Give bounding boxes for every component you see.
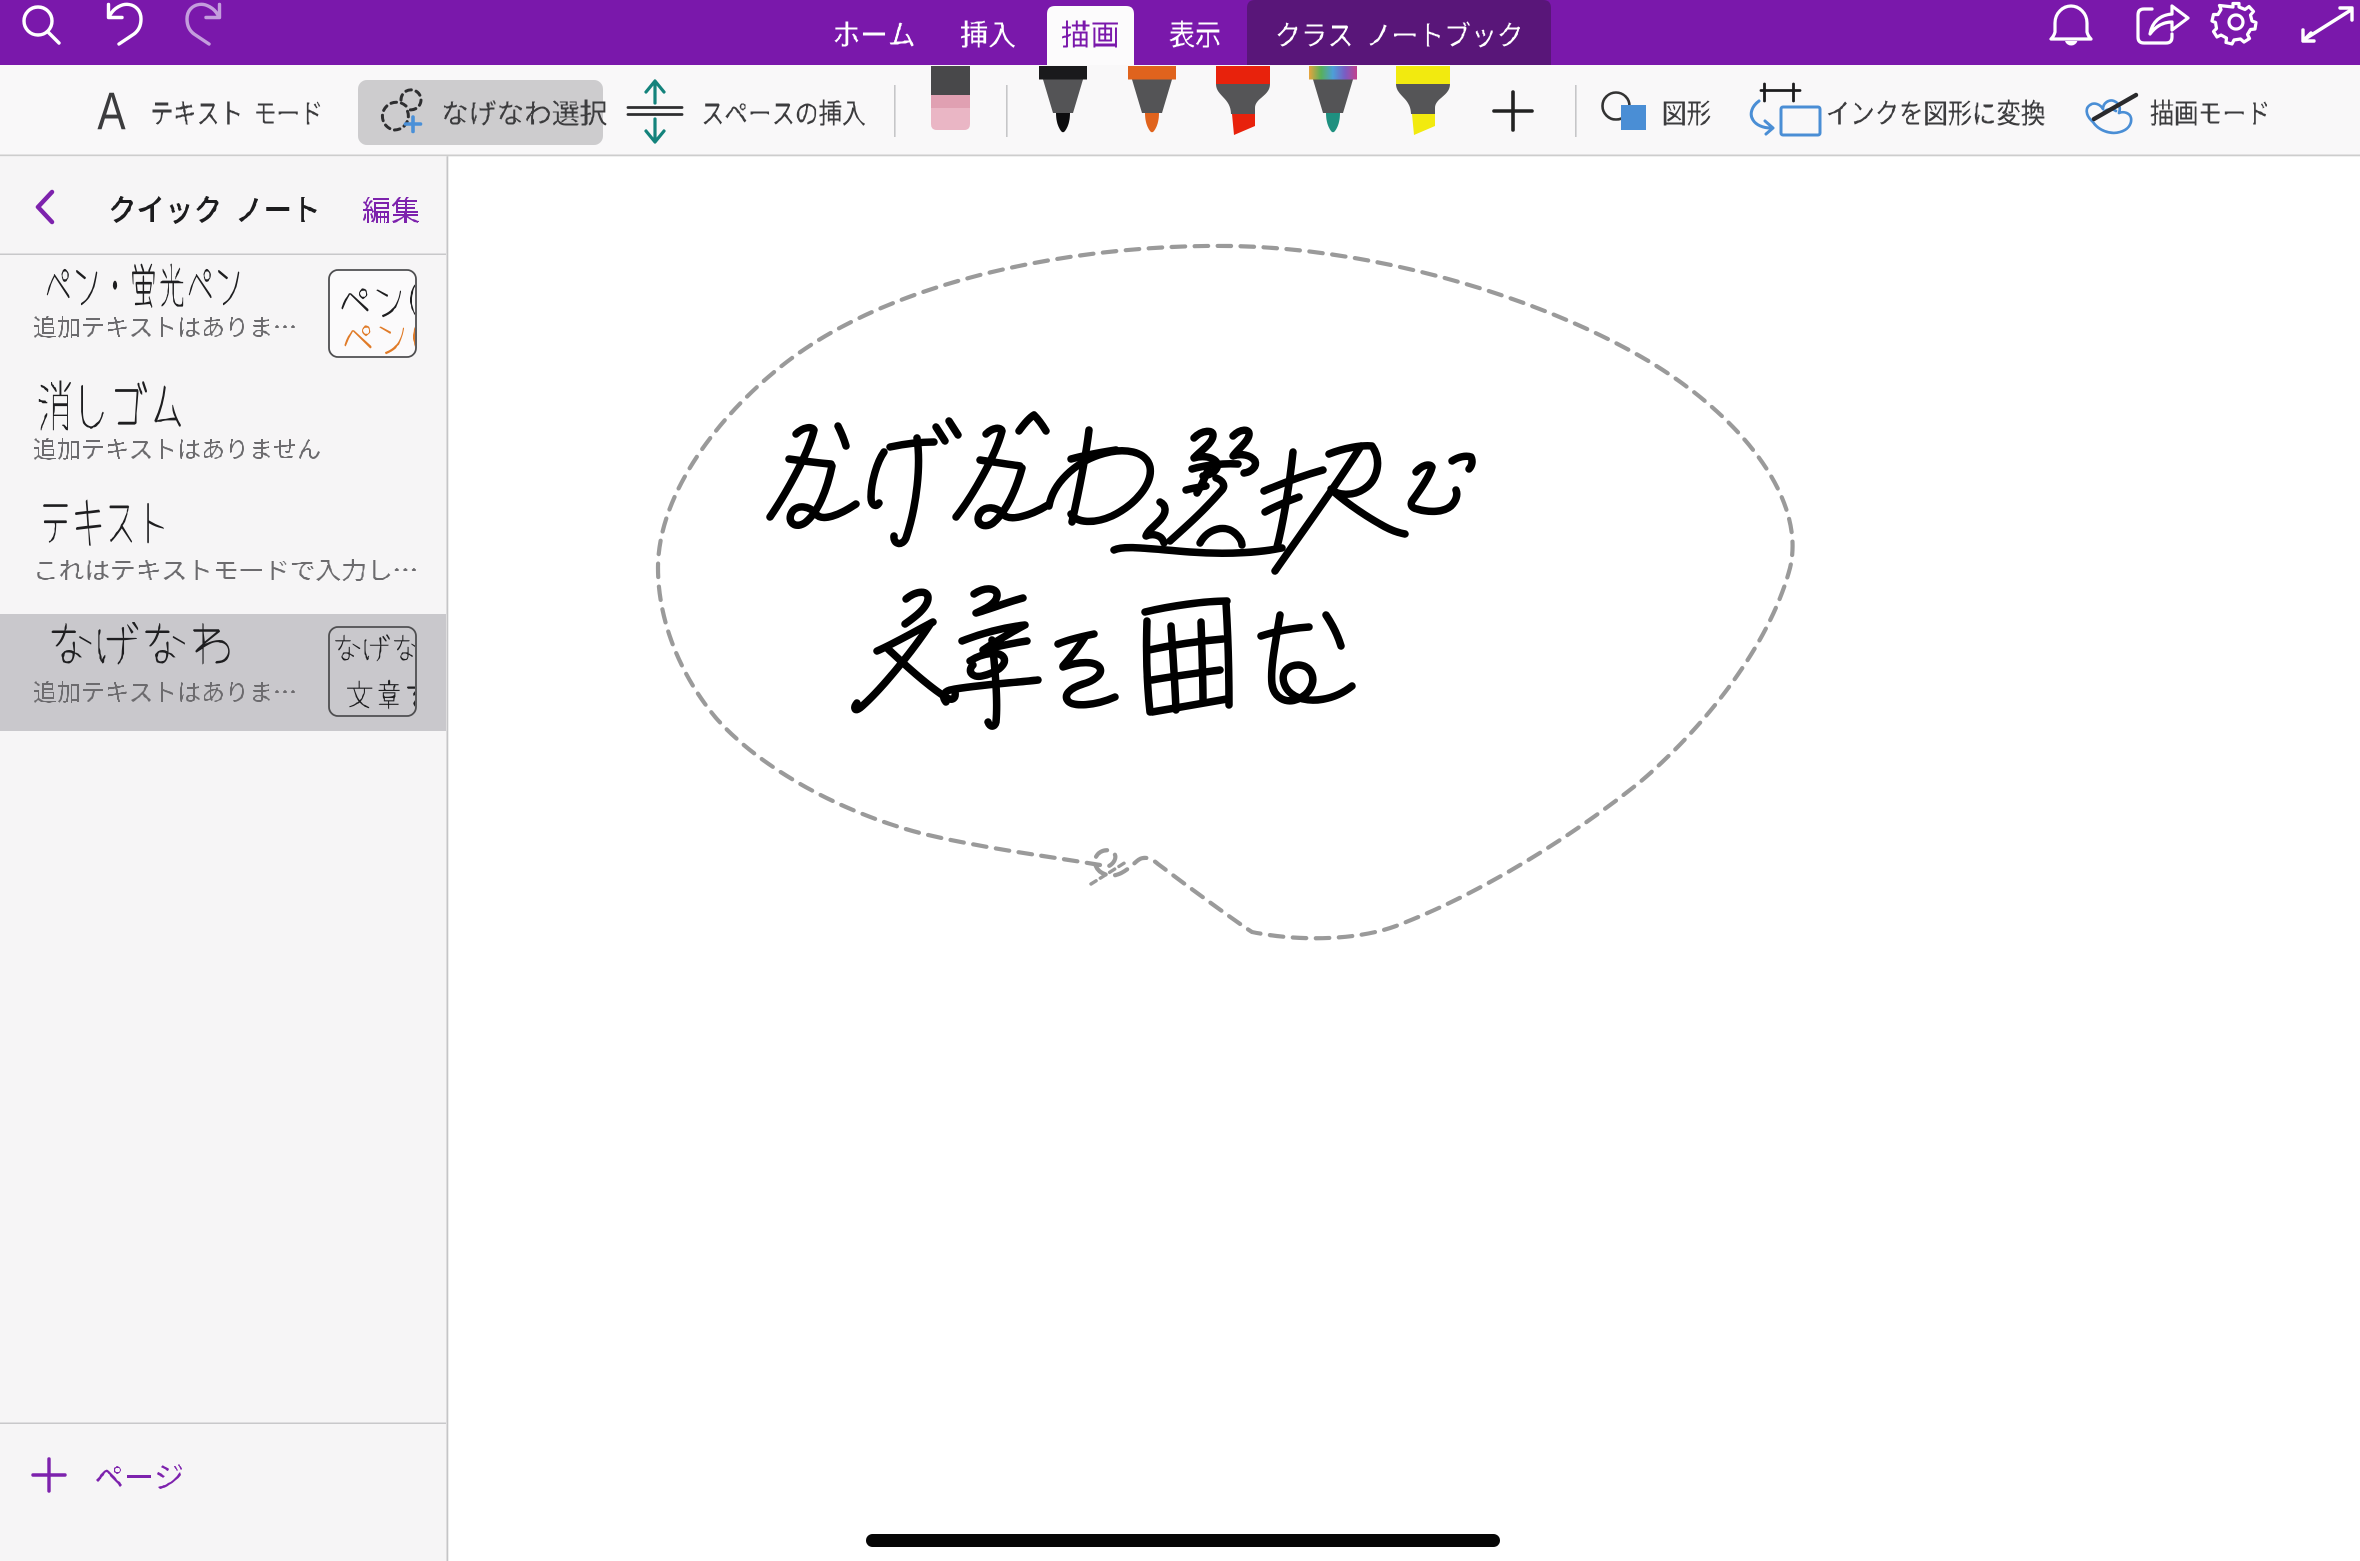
svg-text:A: A	[97, 83, 125, 142]
